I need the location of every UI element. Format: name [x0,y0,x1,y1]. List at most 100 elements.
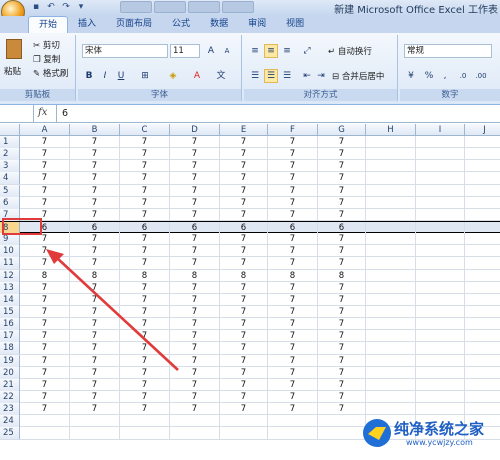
cell[interactable]: 7 [170,281,220,294]
cell[interactable] [416,245,465,258]
cell[interactable]: 7 [220,305,268,318]
cell[interactable] [366,305,416,318]
column-header-A[interactable]: A [20,124,70,136]
font-name-select[interactable]: 宋体 [82,44,168,58]
cell[interactable] [465,197,500,209]
cell[interactable]: 7 [120,196,170,209]
cell[interactable] [416,305,465,318]
row-header[interactable]: 11 [0,257,20,270]
paste-icon[interactable] [6,39,22,59]
row-header[interactable]: 17 [0,330,20,343]
cell[interactable] [416,330,465,343]
cell[interactable] [416,184,465,197]
cell[interactable]: 7 [220,245,268,258]
column-header-D[interactable]: D [170,124,220,136]
cell[interactable]: 7 [220,281,268,294]
cell[interactable]: 7 [120,184,170,197]
cell[interactable] [416,233,465,246]
cell[interactable] [366,148,416,161]
cell[interactable] [220,415,268,428]
cell[interactable]: 7 [268,281,318,294]
cell[interactable] [416,293,465,306]
cell[interactable]: 7 [268,318,318,331]
tab-6[interactable]: 视图 [276,16,314,33]
window-thumb[interactable] [120,1,152,13]
cell[interactable]: 7 [318,330,366,343]
cell[interactable] [366,378,416,391]
cell[interactable]: 7 [318,403,366,416]
row-header[interactable]: 21 [0,378,20,391]
cell[interactable]: 7 [120,390,170,403]
align-top-icon[interactable]: ≡ [248,44,262,58]
cell[interactable]: 7 [318,318,366,331]
cell[interactable] [366,257,416,270]
cell[interactable]: 7 [70,354,120,367]
cell[interactable]: 7 [20,160,70,173]
cell[interactable] [465,391,500,403]
cell[interactable]: 7 [70,196,120,209]
cell[interactable]: 7 [170,293,220,306]
italic-button[interactable]: I [98,69,112,83]
cell[interactable]: 7 [318,196,366,209]
tab-5[interactable]: 审阅 [238,16,276,33]
font-size-select[interactable]: 11 [170,44,200,58]
cell[interactable]: 7 [120,208,170,221]
cell[interactable]: 7 [220,184,268,197]
cell[interactable]: 7 [20,148,70,161]
cell[interactable]: 7 [120,330,170,343]
cell[interactable] [416,148,465,161]
cell[interactable]: 7 [220,366,268,379]
cell[interactable]: 7 [318,354,366,367]
cell[interactable] [70,415,120,428]
cell[interactable]: 7 [20,354,70,367]
cell[interactable] [170,415,220,428]
cell[interactable] [465,160,500,172]
cell[interactable] [465,294,500,306]
cell[interactable]: 7 [20,342,70,355]
cell[interactable]: 7 [20,184,70,197]
tab-4[interactable]: 数据 [200,16,238,33]
cell[interactable] [170,427,220,440]
cell[interactable]: 7 [20,318,70,331]
select-all-corner[interactable] [0,124,20,136]
tab-0[interactable]: 开始 [28,16,69,33]
row-header[interactable]: 22 [0,390,20,403]
cell[interactable] [465,355,500,367]
column-header-G[interactable]: G [318,124,366,136]
column-header-F[interactable]: F [268,124,318,136]
cell[interactable] [366,269,416,282]
cell[interactable]: 7 [120,281,170,294]
cell[interactable]: 7 [170,148,220,161]
cell[interactable]: 7 [318,208,366,221]
cell[interactable] [465,172,500,184]
row-header[interactable]: 10 [0,245,20,258]
merge-center-button[interactable]: ⊟ 合并后居中 [332,70,384,82]
cell[interactable]: 7 [220,354,268,367]
cell[interactable] [465,367,500,379]
cell[interactable] [366,330,416,343]
cell[interactable] [366,233,416,246]
cell[interactable]: 7 [20,293,70,306]
cell[interactable] [366,318,416,331]
cell[interactable]: 7 [220,208,268,221]
cell[interactable]: 7 [268,208,318,221]
row-header[interactable]: 25 [0,427,20,440]
cell[interactable]: 8 [20,269,70,282]
shrink-font-icon[interactable]: A [220,44,234,58]
cell[interactable]: 7 [268,148,318,161]
cell[interactable] [465,209,500,221]
currency-icon[interactable]: ¥ [404,69,418,83]
cell[interactable]: 7 [220,293,268,306]
cell[interactable]: 7 [220,233,268,246]
cut-button[interactable]: ✂ 剪切 [33,39,60,51]
cell[interactable]: 7 [220,330,268,343]
row-header[interactable]: 20 [0,366,20,379]
cell[interactable] [416,269,465,282]
cell[interactable]: 7 [220,318,268,331]
cell[interactable]: 8 [70,269,120,282]
cell[interactable]: 7 [318,245,366,258]
cell[interactable]: 7 [20,390,70,403]
cell[interactable]: 8 [318,269,366,282]
cell[interactable]: 7 [170,196,220,209]
cell[interactable]: 7 [20,196,70,209]
